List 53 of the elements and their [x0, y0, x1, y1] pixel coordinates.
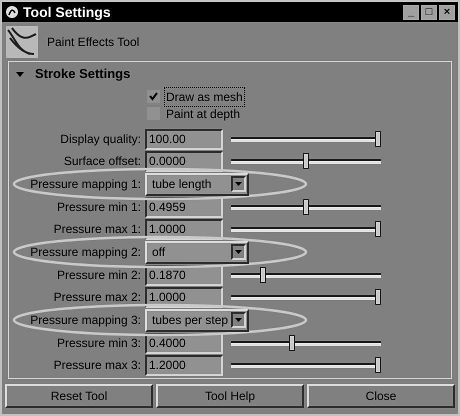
slider-thumb[interactable] — [375, 357, 381, 373]
number-field[interactable]: 0.0000 — [145, 150, 223, 172]
field-label: Display quality: — [59, 131, 142, 148]
window-control-button[interactable]: _ — [403, 4, 419, 20]
slider[interactable] — [231, 356, 381, 374]
window-control-button[interactable]: × — [439, 4, 455, 20]
slider-thumb[interactable] — [375, 289, 381, 305]
app-icon — [5, 5, 19, 19]
brush-strokes-icon — [6, 26, 38, 58]
checkbox-label: Draw as mesh — [164, 86, 245, 106]
field-label: Pressure mapping 2: — [29, 244, 142, 261]
slider-thumb[interactable] — [303, 153, 309, 169]
slider-thumb[interactable] — [375, 131, 381, 147]
dropdown-value: tubes per step — [152, 312, 228, 329]
dialog-button[interactable]: Tool Help — [156, 384, 304, 408]
dropdown[interactable]: tube length — [145, 172, 249, 196]
slider[interactable] — [231, 152, 381, 170]
dropdown-value: off — [152, 244, 166, 261]
number-field[interactable]: 1.0000 — [145, 286, 223, 308]
slider-thumb[interactable] — [260, 267, 266, 283]
field-label: Surface offset: — [62, 153, 142, 170]
field-label: Pressure max 3: — [52, 357, 142, 374]
slider[interactable] — [231, 334, 381, 352]
slider[interactable] — [231, 266, 381, 284]
slider[interactable] — [231, 220, 381, 238]
triangle-icon — [16, 70, 24, 78]
field-label: Pressure min 2: — [56, 267, 142, 284]
field-label: Pressure min 3: — [56, 335, 142, 352]
slider-thumb[interactable] — [375, 221, 381, 237]
checkbox[interactable] — [147, 90, 160, 103]
tool-name: Paint Effects Tool — [47, 34, 140, 51]
slider[interactable] — [231, 130, 381, 148]
slider-thumb[interactable] — [288, 335, 295, 351]
field-label: Pressure min 1: — [56, 199, 142, 216]
dropdown-value: tube length — [152, 176, 212, 193]
section-title: Stroke Settings — [35, 65, 130, 84]
window-title: Tool Settings — [23, 2, 112, 22]
number-field[interactable]: 1.0000 — [145, 218, 223, 240]
field-label: Pressure max 1: — [52, 221, 142, 238]
dropdown[interactable]: off — [145, 240, 249, 264]
field-label: Pressure mapping 1: — [29, 176, 142, 193]
field-label: Pressure max 2: — [52, 289, 142, 306]
slider[interactable] — [231, 288, 381, 306]
dropdown[interactable]: tubes per step — [145, 308, 249, 332]
slider-thumb[interactable] — [303, 199, 309, 215]
checkbox-label: Paint at depth — [165, 106, 242, 122]
number-field[interactable]: 100.00 — [145, 128, 223, 150]
field-label: Pressure mapping 3: — [29, 312, 142, 329]
slider[interactable] — [231, 198, 381, 216]
number-field[interactable]: 1.2000 — [145, 354, 223, 376]
dialog-button[interactable]: Close — [307, 384, 455, 408]
dialog-button[interactable]: Reset Tool — [5, 384, 153, 408]
window-control-button[interactable]: □ — [421, 4, 437, 20]
